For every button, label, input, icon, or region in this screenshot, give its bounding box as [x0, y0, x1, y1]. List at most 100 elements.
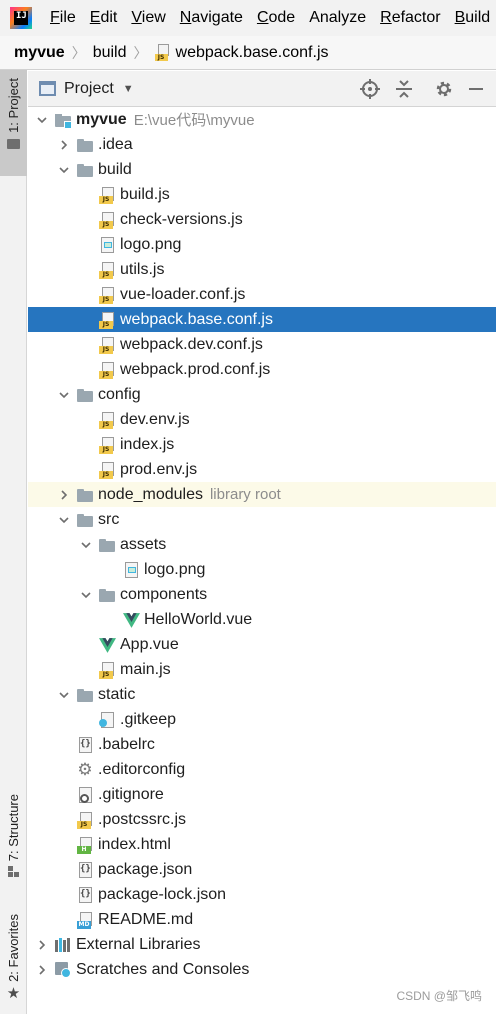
tree-node-content: App.vue	[98, 632, 179, 657]
tree-file-row[interactable]: {} package-lock.json	[28, 882, 496, 907]
json-file-icon: {}	[76, 886, 94, 904]
tree-file-row[interactable]: JS vue-loader.conf.js	[28, 282, 496, 307]
tree-node-label: dev.env.js	[120, 410, 190, 428]
menu-item[interactable]: View	[124, 9, 172, 27]
chevron-down-icon[interactable]: ▼	[123, 83, 134, 95]
js-file-icon: JS	[98, 311, 116, 329]
chevron-down-icon[interactable]	[58, 507, 70, 532]
favorites-tool-button[interactable]: 2: Favorites ★	[0, 914, 27, 1010]
tree-file-row[interactable]: Hindex.html	[28, 832, 496, 857]
chevron-down-icon[interactable]	[80, 532, 92, 557]
project-tool-button[interactable]: 1: Project	[0, 70, 27, 176]
menu-mnemonic: N	[179, 9, 192, 26]
breadcrumb-separator: 〉	[133, 44, 148, 61]
tree-folder-row[interactable]: build	[28, 157, 496, 182]
tree-file-row[interactable]: MD README.md	[28, 907, 496, 932]
tree-folder-row[interactable]: node_modules library root	[28, 482, 496, 507]
menu-item[interactable]: Build	[448, 9, 496, 27]
folder-icon	[76, 686, 94, 704]
menu-item[interactable]: Edit	[83, 9, 125, 27]
tree-node-content: MD README.md	[76, 907, 193, 932]
breadcrumb-file[interactable]: webpack.base.conf.js	[176, 44, 329, 62]
tree-folder-row[interactable]: Scratches and Consoles	[28, 957, 496, 982]
chevron-down-icon[interactable]	[58, 157, 70, 182]
menu-item[interactable]: Code	[250, 9, 302, 27]
menu-label: ode	[268, 9, 296, 26]
menu-mnemonic: R	[380, 9, 392, 26]
gear-icon[interactable]	[434, 79, 454, 99]
menu-item[interactable]: Analyze	[302, 9, 373, 27]
menu-label: ile	[59, 9, 76, 26]
tree-folder-row[interactable]: assets	[28, 532, 496, 557]
tree-file-row[interactable]: .gitkeep	[28, 707, 496, 732]
tree-file-row[interactable]: JS main.js	[28, 657, 496, 682]
tree-file-row[interactable]: JS webpack.dev.conf.js	[28, 332, 496, 357]
chevron-down-icon[interactable]	[36, 107, 48, 132]
breadcrumb-project[interactable]: myvue	[14, 44, 65, 62]
chevron-down-icon[interactable]	[80, 582, 92, 607]
tree-node-label: myvue	[76, 110, 127, 128]
tree-folder-row[interactable]: myvue E:\vue代码\myvue	[28, 107, 496, 132]
tree-file-row[interactable]: HelloWorld.vue	[28, 607, 496, 632]
tree-file-row[interactable]: JS dev.env.js	[28, 407, 496, 432]
tree-file-row[interactable]: logo.png	[28, 557, 496, 582]
chevron-right-icon[interactable]	[58, 482, 70, 507]
chevron-down-icon[interactable]	[58, 682, 70, 707]
tree-node-label: package-lock.json	[98, 885, 227, 903]
tree-file-row[interactable]: ⚙ .editorconfig	[28, 757, 496, 782]
tree-node-content: .gitignore	[76, 782, 164, 807]
tree-file-row[interactable]: JS webpack.prod.conf.js	[28, 357, 496, 382]
tree-folder-row[interactable]: static	[28, 682, 496, 707]
vue-file-icon	[98, 636, 116, 654]
breadcrumb-folder[interactable]: build	[93, 44, 127, 62]
structure-tool-button[interactable]: 7: Structure	[0, 794, 27, 896]
tree-node-content: logo.png	[122, 557, 205, 582]
tree-file-row[interactable]: JS build.js	[28, 182, 496, 207]
tree-node-content: JS check-versions.js	[98, 207, 243, 232]
tree-file-row[interactable]: {} package.json	[28, 857, 496, 882]
tree-file-row[interactable]: logo.png	[28, 232, 496, 257]
js-file-icon: JS	[98, 411, 116, 429]
tree-node-content: logo.png	[98, 232, 181, 257]
vue-file-icon	[122, 611, 140, 629]
tree-file-row[interactable]: JS utils.js	[28, 257, 496, 282]
tree-file-row[interactable]: .gitignore	[28, 782, 496, 807]
tree-folder-row[interactable]: External Libraries	[28, 932, 496, 957]
project-tree: myvue E:\vue代码\myvue .idea build JS build.js J…	[28, 107, 496, 1014]
collapse-all-icon[interactable]	[394, 79, 414, 99]
js-file-icon: JS	[98, 211, 116, 229]
menu-item[interactable]: Refactor	[373, 9, 447, 27]
menu-item[interactable]: File	[43, 9, 83, 27]
tree-folder-row[interactable]: config	[28, 382, 496, 407]
tree-file-row[interactable]: JS prod.env.js	[28, 457, 496, 482]
js-file-icon: JS	[98, 336, 116, 354]
tree-folder-row[interactable]: src	[28, 507, 496, 532]
tree-file-row[interactable]: JS webpack.base.conf.js	[28, 307, 496, 332]
locate-icon[interactable]	[360, 79, 380, 99]
chevron-right-icon[interactable]	[36, 932, 48, 957]
tree-node-content: node_modules library root	[76, 482, 281, 507]
image-file-icon	[98, 236, 116, 254]
hide-icon[interactable]	[466, 79, 486, 99]
js-file-icon: JS	[98, 186, 116, 204]
tree-file-row[interactable]: JS .postcssrc.js	[28, 807, 496, 832]
tree-file-row[interactable]: App.vue	[28, 632, 496, 657]
menu-item[interactable]: Navigate	[173, 9, 250, 27]
tree-node-content: External Libraries	[54, 932, 201, 957]
tree-node-content: components	[98, 582, 207, 607]
tree-folder-row[interactable]: components	[28, 582, 496, 607]
tree-folder-row[interactable]: .idea	[28, 132, 496, 157]
project-view-title[interactable]: Project	[64, 80, 114, 98]
tree-node-label: prod.env.js	[120, 460, 198, 478]
tree-node-content: JS dev.env.js	[98, 407, 190, 432]
tree-file-row[interactable]: JS check-versions.js	[28, 207, 496, 232]
tree-file-row[interactable]: JS index.js	[28, 432, 496, 457]
chevron-right-icon[interactable]	[58, 132, 70, 157]
breadcrumb: myvue 〉 build 〉 JS webpack.base.conf.js	[0, 36, 496, 70]
intellij-logo-icon[interactable]: IJ	[10, 7, 32, 29]
tree-file-row[interactable]: {} .babelrc	[28, 732, 496, 757]
chevron-down-icon[interactable]	[58, 382, 70, 407]
chevron-right-icon[interactable]	[36, 957, 48, 982]
menu-mnemonic: C	[256, 9, 269, 26]
tree-node-content: Hindex.html	[76, 832, 171, 857]
